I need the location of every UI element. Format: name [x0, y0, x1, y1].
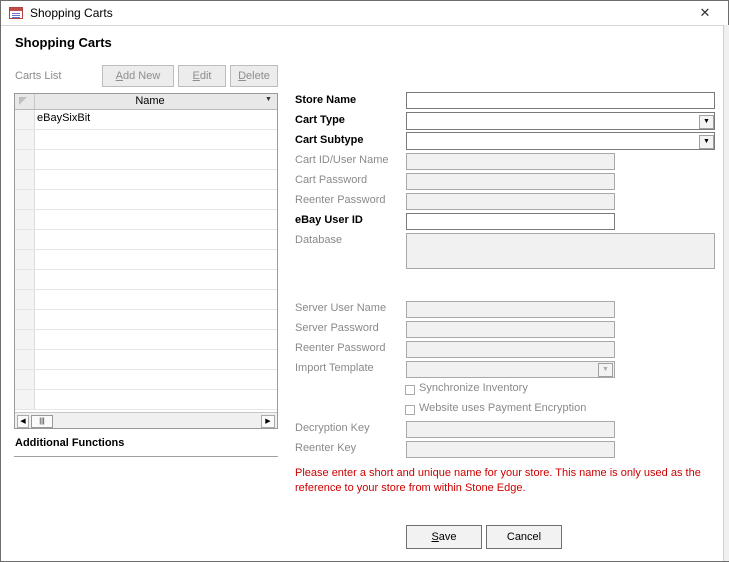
table-row[interactable]	[15, 210, 277, 230]
row-selector[interactable]	[15, 110, 35, 129]
table-row[interactable]	[15, 370, 277, 390]
delete-button[interactable]: Delete	[230, 65, 278, 87]
row-selector[interactable]	[15, 290, 35, 309]
table-row[interactable]	[15, 130, 277, 150]
server-password-input[interactable]	[406, 321, 615, 338]
table-row[interactable]	[15, 270, 277, 290]
table-row[interactable]: eBaySixBit	[15, 110, 277, 130]
row-selector[interactable]	[15, 270, 35, 289]
ebay-user-id-input[interactable]	[406, 213, 615, 230]
store-name-input[interactable]	[406, 92, 715, 109]
payment-encryption-checkbox[interactable]	[405, 405, 415, 415]
chevron-down-icon[interactable]: ▼	[699, 115, 714, 129]
cart-subtype-select[interactable]: ▼	[406, 132, 715, 150]
row-selector[interactable]	[15, 330, 35, 349]
table-row[interactable]	[15, 170, 277, 190]
horizontal-scrollbar[interactable]: ◀ ||| ▶	[15, 412, 277, 428]
sync-inventory-checkbox[interactable]	[405, 385, 415, 395]
reenter-key-input[interactable]	[406, 441, 615, 458]
row-selector[interactable]	[15, 210, 35, 229]
row-selector[interactable]	[15, 230, 35, 249]
cancel-button[interactable]: Cancel	[486, 525, 562, 549]
cart-type-label: Cart Type	[295, 114, 345, 126]
decryption-key-label: Decryption Key	[295, 422, 370, 434]
table-row[interactable]	[15, 230, 277, 250]
page-title: Shopping Carts	[15, 35, 112, 50]
table-row[interactable]	[15, 330, 277, 350]
window-title: Shopping Carts	[30, 6, 113, 20]
server-reenter-password-label: Reenter Password	[295, 342, 386, 354]
database-label: Database	[295, 234, 343, 246]
row-selector[interactable]	[15, 370, 35, 389]
row-selector[interactable]	[15, 310, 35, 329]
chevron-down-icon[interactable]: ▼	[699, 135, 714, 149]
table-row[interactable]	[15, 390, 277, 410]
row-selector[interactable]	[15, 390, 35, 409]
server-password-label: Server Password	[295, 322, 379, 334]
carts-list[interactable]: Name ▼ eBaySixBit ◀ ||| ▶	[14, 93, 278, 429]
decryption-key-input[interactable]	[406, 421, 615, 438]
select-all-corner[interactable]	[15, 94, 35, 109]
scroll-left-icon[interactable]: ◀	[17, 415, 29, 428]
cart-type-select[interactable]: ▼	[406, 112, 715, 130]
table-row[interactable]	[15, 310, 277, 330]
cart-name-cell: eBaySixBit	[37, 112, 91, 124]
close-icon[interactable]: ✕	[697, 5, 713, 21]
cart-id-input[interactable]	[406, 153, 615, 170]
list-header: Name ▼	[15, 94, 277, 110]
ebay-user-id-label: eBay User ID	[295, 214, 363, 226]
window-edge-scrollbar[interactable]	[723, 25, 729, 561]
store-name-hint: Please enter a short and unique name for…	[295, 467, 701, 494]
save-button[interactable]: Save	[406, 525, 482, 549]
add-new-button[interactable]: Add New	[102, 65, 174, 87]
row-selector[interactable]	[15, 130, 35, 149]
cart-password-label: Cart Password	[295, 174, 368, 186]
import-template-select[interactable]: ▼	[406, 361, 615, 378]
table-row[interactable]	[15, 250, 277, 270]
cart-id-label: Cart ID/User Name	[295, 154, 389, 166]
table-row[interactable]	[15, 150, 277, 170]
payment-encryption-label: Website uses Payment Encryption	[419, 402, 587, 414]
server-user-name-input[interactable]	[406, 301, 615, 318]
edit-button[interactable]: Edit	[178, 65, 226, 87]
table-row[interactable]	[15, 350, 277, 370]
store-name-label: Store Name	[295, 94, 357, 106]
form-icon	[9, 7, 23, 19]
title-bar: Shopping Carts ✕	[1, 1, 728, 26]
divider	[14, 456, 278, 457]
shopping-carts-window: Shopping Carts ✕ Shopping Carts Carts Li…	[0, 0, 729, 562]
scroll-thumb[interactable]: |||	[31, 415, 53, 428]
table-row[interactable]	[15, 290, 277, 310]
sort-arrow-icon[interactable]: ▼	[265, 96, 275, 103]
row-selector[interactable]	[15, 250, 35, 269]
carts-list-label: Carts List	[15, 70, 62, 82]
chevron-down-icon[interactable]: ▼	[598, 363, 613, 377]
column-header-name[interactable]: Name	[35, 95, 265, 107]
cart-password-input[interactable]	[406, 173, 615, 190]
scroll-right-icon[interactable]: ▶	[261, 415, 275, 428]
server-reenter-password-input[interactable]	[406, 341, 615, 358]
table-row[interactable]	[15, 190, 277, 210]
reenter-key-label: Reenter Key	[295, 442, 357, 454]
row-selector[interactable]	[15, 150, 35, 169]
sync-inventory-label: Synchronize Inventory	[419, 382, 528, 394]
reenter-password-label: Reenter Password	[295, 194, 386, 206]
row-selector[interactable]	[15, 350, 35, 369]
import-template-label: Import Template	[295, 362, 374, 374]
row-selector[interactable]	[15, 190, 35, 209]
additional-functions-heading: Additional Functions	[15, 437, 125, 449]
reenter-password-input[interactable]	[406, 193, 615, 210]
row-selector[interactable]	[15, 170, 35, 189]
server-user-name-label: Server User Name	[295, 302, 387, 314]
list-rows: eBaySixBit	[15, 110, 277, 412]
database-input[interactable]	[406, 233, 715, 269]
cart-subtype-label: Cart Subtype	[295, 134, 364, 146]
